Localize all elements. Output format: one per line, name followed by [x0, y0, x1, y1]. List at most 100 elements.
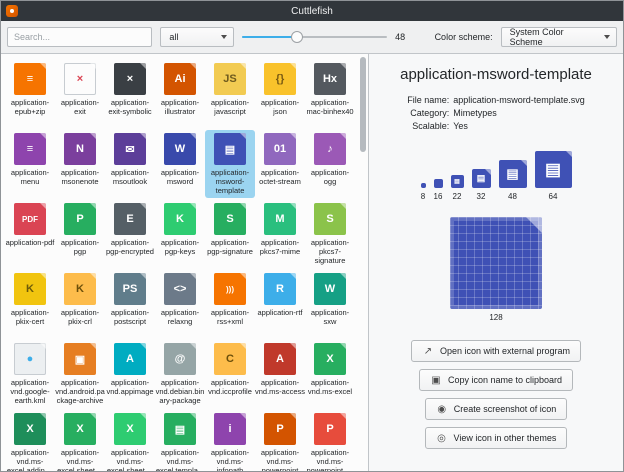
button-label: View icon in other themes — [454, 433, 557, 443]
icon-grid-item[interactable]: PDFapplication-pdf — [5, 200, 55, 268]
icon-grid-item[interactable]: Xapplication-vnd.ms-excel.sheet.macroEna… — [105, 410, 155, 471]
category-filter-dropdown[interactable]: all — [160, 27, 234, 47]
icon-grid-item[interactable]: Aapplication-vnd.ms-access — [255, 340, 305, 408]
icon-label: application-pgp-signature — [205, 238, 255, 256]
icon-grid-item[interactable]: JSapplication-javascript — [205, 60, 255, 128]
icon-label: application-vnd.ms-excel.template.macroE… — [155, 448, 205, 471]
icon-grid-item[interactable]: Mapplication-pkcs7-mime — [255, 200, 305, 268]
icon-grid-item[interactable]: ×application-exit — [55, 60, 105, 128]
mimetype-icon: ▤ — [164, 413, 196, 445]
icon-label: application-pdf — [5, 238, 55, 247]
icon-grid-item[interactable]: Papplication-vnd.ms-powerpoint — [255, 410, 305, 471]
selected-icon-title: application-msword-template — [400, 66, 592, 83]
icon-grid-item[interactable]: {}application-json — [255, 60, 305, 128]
mimetype-icon: A — [264, 343, 296, 375]
button-label: Copy icon name to clipboard — [448, 375, 562, 385]
icon-grid-item[interactable]: Hxapplication-mac-binhex40 — [305, 60, 355, 128]
icon-grid-item[interactable]: Xapplication-vnd.ms-excel — [305, 340, 355, 408]
icon-label: application-pkcs7-mime — [255, 238, 305, 256]
icon-grid-item[interactable]: Capplication-vnd.iccprofile — [205, 340, 255, 408]
icon-grid-item[interactable]: Xapplication-vnd.ms-excel.sheet.binary.m… — [55, 410, 105, 471]
titlebar[interactable]: Cuttlefish — [1, 1, 623, 21]
icon-label: application-vnd.android.package-archive — [55, 378, 105, 405]
icon-grid-item[interactable]: Aiapplication-illustrator — [155, 60, 205, 128]
window-title: Cuttlefish — [1, 6, 623, 17]
scrollbar-handle[interactable] — [360, 57, 366, 152]
icon-grid-item[interactable]: ▤application-msword-template — [205, 130, 255, 198]
icon-grid-item[interactable]: ×application-exit-symbolic — [105, 60, 155, 128]
icon-label: application-sxw — [305, 308, 355, 326]
cuttlefish-app-icon — [6, 5, 18, 17]
mimetype-icon: N — [64, 133, 96, 165]
icon-grid-item[interactable]: <>application-relaxng — [155, 270, 205, 338]
icon-grid-item[interactable]: )))application-rss+xml — [205, 270, 255, 338]
preview-icon — [421, 183, 426, 188]
file-name-value: application-msword-template.svg — [453, 95, 585, 105]
icon-grid-item[interactable]: iapplication-vnd.ms-infopath — [205, 410, 255, 471]
icon-grid-item[interactable]: ▣ application-vnd.android.package-archive — [55, 340, 105, 408]
scrollbar[interactable] — [358, 54, 368, 471]
icon-grid-item[interactable]: Napplication-msonenote — [55, 130, 105, 198]
mimetype-icon: R — [264, 273, 296, 305]
color-scheme-dropdown[interactable]: System Color Scheme — [501, 27, 617, 47]
size-preview[interactable]: 8 — [421, 183, 426, 201]
icon-grid-item[interactable]: 01application-octet-stream — [255, 130, 305, 198]
icon-grid-item[interactable]: Kapplication-pkix-cert — [5, 270, 55, 338]
icon-grid-item[interactable]: ≡ application-menu — [5, 130, 55, 198]
icon-grid-item[interactable]: PSapplication-postscript — [105, 270, 155, 338]
screenshot-button[interactable]: ◉Create screenshot of icon — [425, 398, 568, 420]
icon-label: application-menu — [5, 168, 55, 186]
icon-grid-item[interactable]: Sapplication-pgp-signature — [205, 200, 255, 268]
icon-label: application-json — [255, 98, 305, 116]
mimetype-icon: ≡ — [14, 133, 46, 165]
mimetype-icon: ▣ — [64, 343, 96, 375]
view-themes-button[interactable]: ◎ View icon in other themes — [425, 427, 568, 449]
icon-size-slider[interactable] — [242, 27, 387, 47]
screenshot-icon: ◉ — [436, 404, 448, 415]
size-preview[interactable]: 16 — [434, 179, 443, 201]
copy-name-button[interactable]: ▣Copy icon name to clipboard — [419, 369, 573, 391]
preview-icon: ▤ — [472, 169, 491, 188]
icon-grid-item[interactable]: ●application-vnd.google-earth.kml — [5, 340, 55, 408]
search-input[interactable] — [7, 27, 152, 47]
icon-grid-item[interactable]: Kapplication-pkix-crl — [55, 270, 105, 338]
button-label: Open icon with external program — [440, 346, 570, 356]
large-preview-icon[interactable] — [450, 217, 542, 309]
size-preview[interactable]: ▤22 — [451, 175, 464, 201]
icon-grid-item[interactable]: Xapplication-vnd.ms-excel.addin.macroEna… — [5, 410, 55, 471]
preview-icon: ▤ — [451, 175, 464, 188]
large-preview-size: 128 — [489, 313, 502, 322]
size-preview[interactable]: ▤64 — [535, 151, 572, 201]
open-external-button[interactable]: ↗Open icon with external program — [411, 340, 581, 362]
icon-grid-item[interactable]: @application-vnd.debian.binary-package — [155, 340, 205, 408]
icon-grid-item[interactable]: Wapplication-msword — [155, 130, 205, 198]
preview-icon: ▤ — [535, 151, 572, 188]
large-preview-block: 128 — [450, 217, 542, 322]
mimetype-icon: Hx — [314, 63, 346, 95]
icon-grid-item[interactable]: Sapplication-pkcs7-signature — [305, 200, 355, 268]
icon-grid-item[interactable]: Eapplication-pgp-encrypted — [105, 200, 155, 268]
icon-grid-item[interactable]: Kapplication-pgp-keys — [155, 200, 205, 268]
icon-grid-item[interactable]: ✉application-msoutlook — [105, 130, 155, 198]
icon-label: application-pkix-cert — [5, 308, 55, 326]
icon-label: application-postscript — [105, 308, 155, 326]
size-preview-label: 8 — [421, 192, 425, 201]
icon-grid-item[interactable]: Wapplication-sxw — [305, 270, 355, 338]
preview-icon: ▤ — [499, 160, 527, 188]
icon-grid-item[interactable]: Aapplication-vnd.appimage — [105, 340, 155, 408]
size-preview[interactable]: ▤32 — [472, 169, 491, 201]
view-themes-icon: ◎ — [436, 433, 448, 444]
icon-grid-item[interactable]: Rapplication-rtf — [255, 270, 305, 338]
mimetype-icon: × — [114, 63, 146, 95]
icon-label: application-msoutlook — [105, 168, 155, 186]
icon-grid-item[interactable]: ♪application-ogg — [305, 130, 355, 198]
size-preview[interactable]: ▤48 — [499, 160, 527, 201]
slider-handle[interactable] — [291, 31, 303, 43]
icon-size-value: 48 — [395, 32, 410, 42]
icon-grid-item[interactable]: Papplication-pgp — [55, 200, 105, 268]
icon-label: application-vnd.google-earth.kml — [5, 378, 55, 405]
icon-grid-item[interactable]: Papplication-vnd.ms-powerpoint.addin.mac… — [305, 410, 355, 471]
icon-grid-item[interactable]: ▤ application-vnd.ms-excel.template.macro… — [155, 410, 205, 471]
icon-grid-item[interactable]: ≡application-epub+zip — [5, 60, 55, 128]
details-pane: application-msword-template File name: a… — [369, 54, 623, 471]
